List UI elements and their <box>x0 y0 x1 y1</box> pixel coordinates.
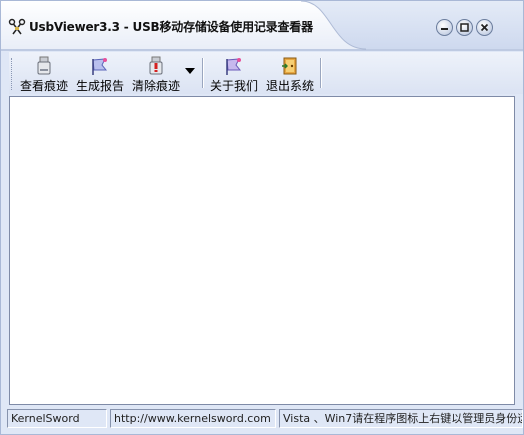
usb-drive-icon <box>34 56 54 76</box>
usb-drive-red-icon <box>146 56 166 76</box>
toolbar: 查看痕迹 生成报告 清除痕迹 关于我们 退出系统 <box>9 52 523 94</box>
clear-traces-button[interactable]: 清除痕迹 <box>129 54 183 93</box>
view-traces-label: 查看痕迹 <box>19 79 68 93</box>
status-author: KernelSword <box>7 409 107 428</box>
exit-system-button[interactable]: 退出系统 <box>263 54 317 93</box>
minimize-button[interactable] <box>436 19 453 36</box>
status-bar: KernelSword http://www.kernelsword.com V… <box>7 409 523 428</box>
exit-door-icon <box>280 56 300 76</box>
app-window: UsbViewer3.3 - USB移动存储设备使用记录查看器 查看痕迹 生成报… <box>0 0 524 435</box>
maximize-button[interactable] <box>456 19 473 36</box>
report-flag-icon <box>90 56 110 76</box>
clear-traces-label: 清除痕迹 <box>131 79 180 93</box>
view-traces-button[interactable]: 查看痕迹 <box>17 54 71 93</box>
generate-report-label: 生成报告 <box>75 79 124 93</box>
about-us-label: 关于我们 <box>209 79 258 93</box>
clear-traces-dropdown-arrow[interactable] <box>185 68 195 74</box>
toolbar-grip[interactable] <box>11 58 14 90</box>
close-icon <box>480 23 489 32</box>
exit-system-label: 退出系统 <box>265 79 314 93</box>
about-us-button[interactable]: 关于我们 <box>207 54 261 93</box>
close-button[interactable] <box>476 19 493 36</box>
maximize-icon <box>460 23 469 32</box>
toolbar-separator <box>320 58 322 88</box>
toolbar-separator <box>202 58 204 88</box>
minimize-icon <box>441 28 448 30</box>
status-website[interactable]: http://www.kernelsword.com <box>110 409 276 428</box>
status-admin-hint: Vista 、Win7请在程序图标上右键以管理员身份运行 <box>279 409 523 428</box>
records-view[interactable] <box>9 96 515 405</box>
usb-scissors-icon <box>8 18 26 36</box>
generate-report-button[interactable]: 生成报告 <box>73 54 127 93</box>
about-flag-icon <box>224 56 244 76</box>
title-bar[interactable]: UsbViewer3.3 - USB移动存储设备使用记录查看器 <box>1 1 523 51</box>
window-title: UsbViewer3.3 - USB移动存储设备使用记录查看器 <box>29 20 313 34</box>
